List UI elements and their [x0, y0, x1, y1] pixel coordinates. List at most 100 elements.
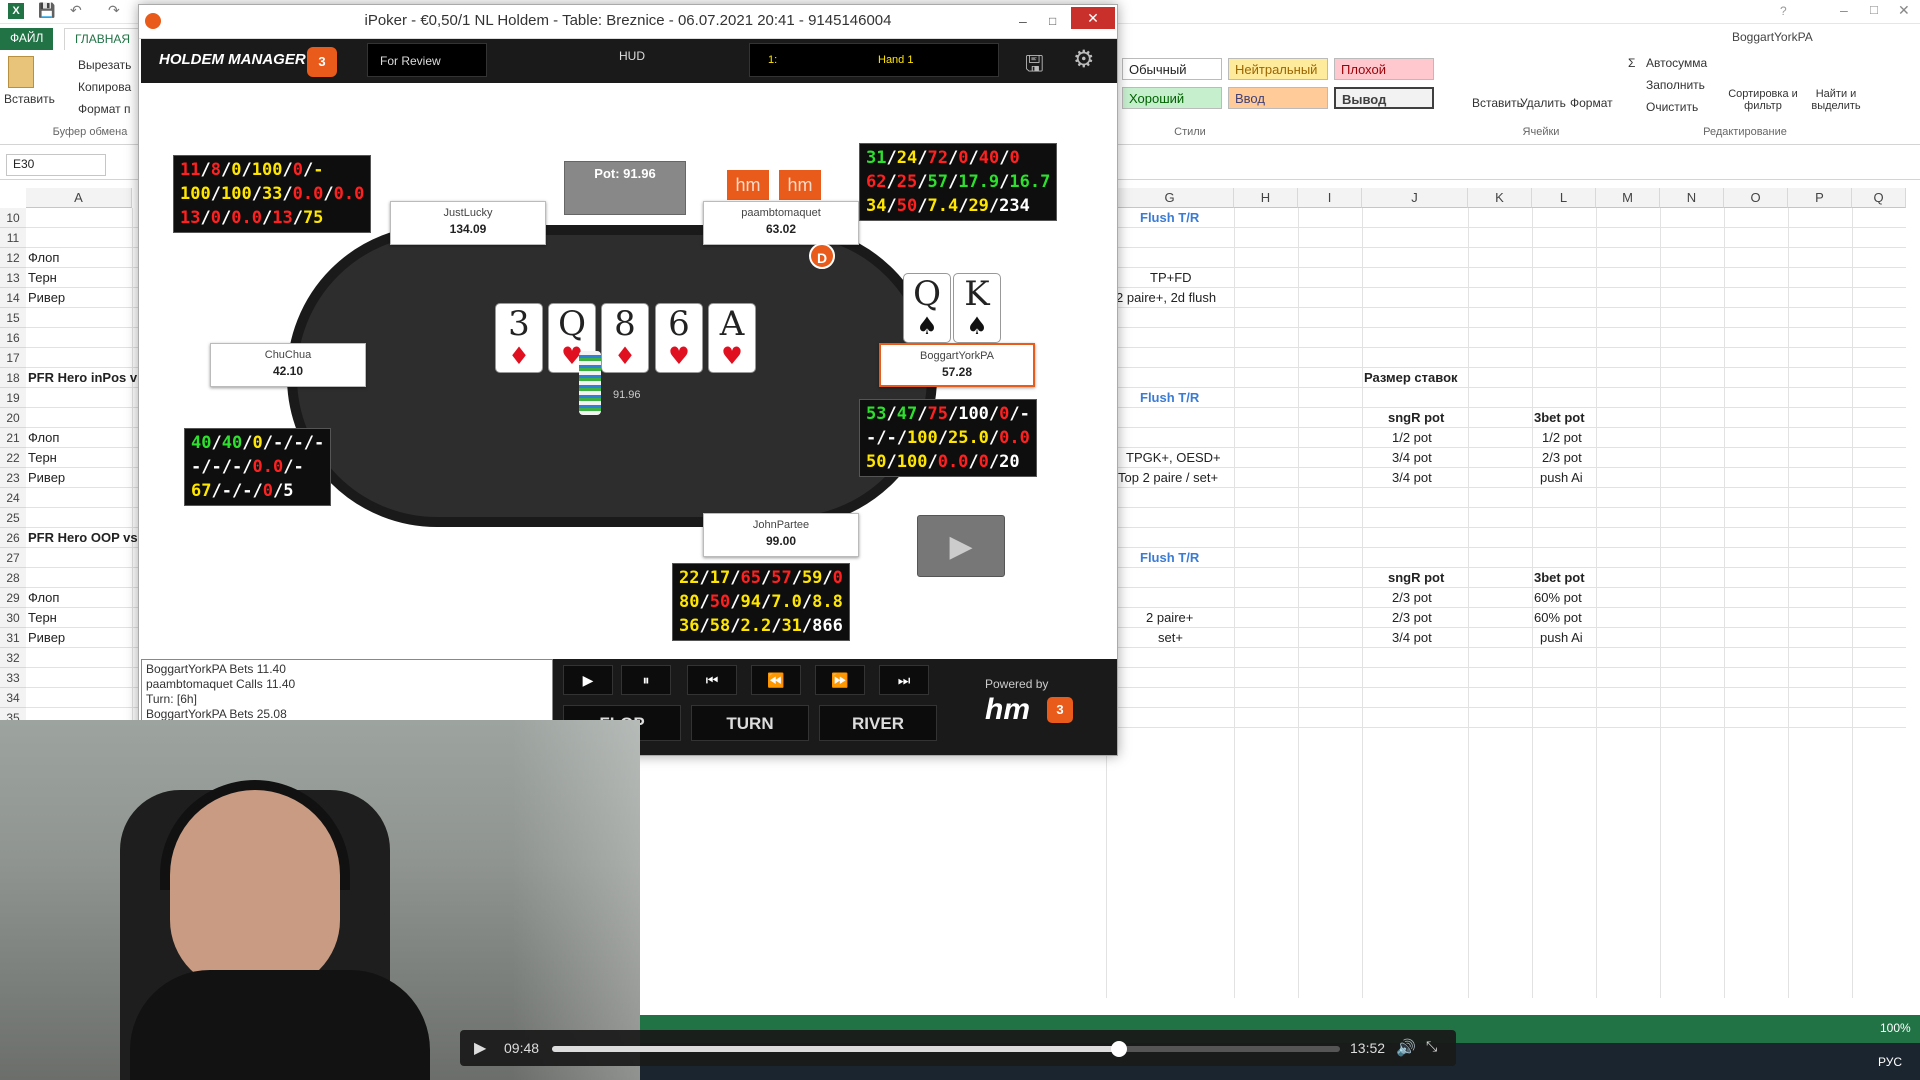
- fast-forward-icon[interactable]: ⏩: [815, 665, 865, 695]
- hud-chuchua[interactable]: 40/40/0/-/-/- -/-/-/0.0/- 67/-/-/0/5: [184, 428, 332, 506]
- row-header[interactable]: 23: [0, 468, 26, 488]
- find-select-button[interactable]: Найти и выделить: [1806, 88, 1866, 112]
- volume-icon[interactable]: 🔊: [1396, 1038, 1416, 1058]
- street-river-button[interactable]: RIVER: [819, 705, 937, 741]
- skip-to-end-icon[interactable]: ⏭: [879, 665, 929, 695]
- hud-johnpartee[interactable]: 22/17/65/57/59/0 80/50/94/7.0/8.8 36/58/2.…: [672, 563, 850, 641]
- hud-toggle[interactable]: HUD: [619, 49, 645, 63]
- replayer-maximize-icon[interactable]: □: [1049, 5, 1056, 37]
- row-header[interactable]: 29: [0, 588, 26, 608]
- paste-icon[interactable]: [8, 56, 34, 88]
- row-header[interactable]: 28: [0, 568, 26, 588]
- column-header-i[interactable]: I: [1298, 188, 1362, 208]
- name-box[interactable]: E30: [6, 154, 106, 176]
- user-account[interactable]: BoggartYorkPA: [1732, 30, 1813, 44]
- minimize-icon[interactable]: –: [1840, 2, 1848, 18]
- column-header-p[interactable]: P: [1788, 188, 1852, 208]
- row-header[interactable]: 27: [0, 548, 26, 568]
- seat-boggartyorkpa-hero[interactable]: BoggartYorkPA 57.28: [879, 343, 1035, 387]
- row-header[interactable]: 12: [0, 248, 26, 268]
- row-header[interactable]: 18: [0, 368, 26, 388]
- seat-justlucky[interactable]: JustLucky 134.09: [390, 201, 546, 245]
- zoom-level[interactable]: 100%: [1880, 1021, 1911, 1035]
- video-progress-knob[interactable]: [1111, 1041, 1128, 1057]
- settings-gear-icon[interactable]: ⚙: [1073, 45, 1095, 74]
- save-icon[interactable]: 💾: [38, 2, 55, 19]
- pause-icon[interactable]: ⏸: [621, 665, 671, 695]
- column-header-h[interactable]: H: [1234, 188, 1298, 208]
- column-header-n[interactable]: N: [1660, 188, 1724, 208]
- redo-icon[interactable]: ↷: [108, 2, 120, 19]
- seat-johnpartee[interactable]: JohnPartee 99.00: [703, 513, 859, 557]
- format-painter-button[interactable]: Формат п: [78, 102, 130, 116]
- column-header-l[interactable]: L: [1532, 188, 1596, 208]
- maximize-icon[interactable]: □: [1870, 2, 1878, 17]
- column-header-m[interactable]: M: [1596, 188, 1660, 208]
- style-normal[interactable]: Обычный: [1122, 58, 1222, 80]
- row-header[interactable]: 26: [0, 528, 26, 548]
- style-good[interactable]: Хороший: [1122, 87, 1222, 109]
- replayer-minimize-icon[interactable]: –: [1019, 5, 1027, 37]
- column-header-a[interactable]: A: [26, 188, 132, 208]
- fullscreen-icon[interactable]: ⤡: [1426, 1038, 1437, 1055]
- row-header[interactable]: 24: [0, 488, 26, 508]
- row-header[interactable]: 31: [0, 628, 26, 648]
- row-header[interactable]: 33: [0, 668, 26, 688]
- clear-button[interactable]: Очистить: [1646, 100, 1698, 114]
- row-header[interactable]: 34: [0, 688, 26, 708]
- row-header[interactable]: 16: [0, 328, 26, 348]
- hud-paambtomaquet[interactable]: 31/24/72/0/40/0 62/25/57/17.9/16.7 34/50/7…: [859, 143, 1058, 221]
- skip-to-start-icon[interactable]: ⏮: [687, 665, 737, 695]
- row-header[interactable]: 13: [0, 268, 26, 288]
- video-progress-track[interactable]: [552, 1041, 1340, 1057]
- style-neutral[interactable]: Нейтральный: [1228, 58, 1328, 80]
- row-header[interactable]: 32: [0, 648, 26, 668]
- undo-icon[interactable]: ↶: [70, 2, 82, 19]
- insert-cells-button[interactable]: Вставить: [1472, 96, 1523, 110]
- column-header-j[interactable]: J: [1362, 188, 1468, 208]
- close-icon[interactable]: ✕: [1898, 2, 1910, 19]
- row-header[interactable]: 15: [0, 308, 26, 328]
- copy-button[interactable]: Копирова: [78, 80, 131, 94]
- next-hand-button[interactable]: ▶: [917, 515, 1005, 577]
- delete-cells-button[interactable]: Удалить: [1520, 96, 1566, 110]
- tab-file[interactable]: ФАЙЛ: [0, 28, 54, 50]
- review-status-dropdown[interactable]: For Review: [367, 43, 487, 77]
- row-header[interactable]: 10: [0, 208, 26, 228]
- help-icon[interactable]: ?: [1780, 4, 1787, 18]
- sort-filter-button[interactable]: Сортировка и фильтр: [1728, 88, 1798, 112]
- cut-button[interactable]: Вырезать: [78, 58, 131, 72]
- column-header-g[interactable]: G: [1106, 188, 1234, 208]
- autosum-button[interactable]: Автосумма: [1646, 56, 1707, 70]
- hm-badge-2[interactable]: hm: [779, 170, 821, 200]
- row-header[interactable]: 21: [0, 428, 26, 448]
- row-header[interactable]: 25: [0, 508, 26, 528]
- rewind-icon[interactable]: ⏪: [751, 665, 801, 695]
- column-header-k[interactable]: K: [1468, 188, 1532, 208]
- hud-justlucky[interactable]: 11/8/0/100/0/- 100/100/33/0.0/0.0 13/0/0.0…: [173, 155, 372, 233]
- column-header-q[interactable]: Q: [1852, 188, 1906, 208]
- row-header[interactable]: 22: [0, 448, 26, 468]
- hand-selector[interactable]: 1: Hand 1: [749, 43, 999, 77]
- save-hand-icon[interactable]: 🖫: [1025, 47, 1044, 85]
- hand-history-log[interactable]: BoggartYorkPA Bets 11.40 paambtomaquet C…: [141, 659, 553, 729]
- fill-button[interactable]: Заполнить: [1646, 78, 1705, 92]
- hud-boggartyorkpa[interactable]: 53/47/75/100/0/- -/-/100/25.0/0.0 50/100/0…: [859, 399, 1037, 477]
- play-icon[interactable]: ▶: [563, 665, 613, 695]
- autosum-icon[interactable]: Σ: [1628, 56, 1635, 70]
- format-cells-button[interactable]: Формат: [1570, 96, 1613, 110]
- language-indicator[interactable]: РУС: [1878, 1055, 1902, 1069]
- hm-badge-1[interactable]: hm: [727, 170, 769, 200]
- paste-button[interactable]: Вставить: [4, 92, 55, 106]
- row-header[interactable]: 17: [0, 348, 26, 368]
- seat-chuchua[interactable]: ChuChua 42.10: [210, 343, 366, 387]
- style-output[interactable]: Вывод: [1334, 87, 1434, 109]
- video-play-icon[interactable]: ▶: [474, 1038, 486, 1058]
- row-header[interactable]: 14: [0, 288, 26, 308]
- style-bad[interactable]: Плохой: [1334, 58, 1434, 80]
- row-header[interactable]: 30: [0, 608, 26, 628]
- row-header[interactable]: 11: [0, 228, 26, 248]
- style-input[interactable]: Ввод: [1228, 87, 1328, 109]
- row-header[interactable]: 20: [0, 408, 26, 428]
- seat-paambtomaquet[interactable]: paambtomaquet 63.02: [703, 201, 859, 245]
